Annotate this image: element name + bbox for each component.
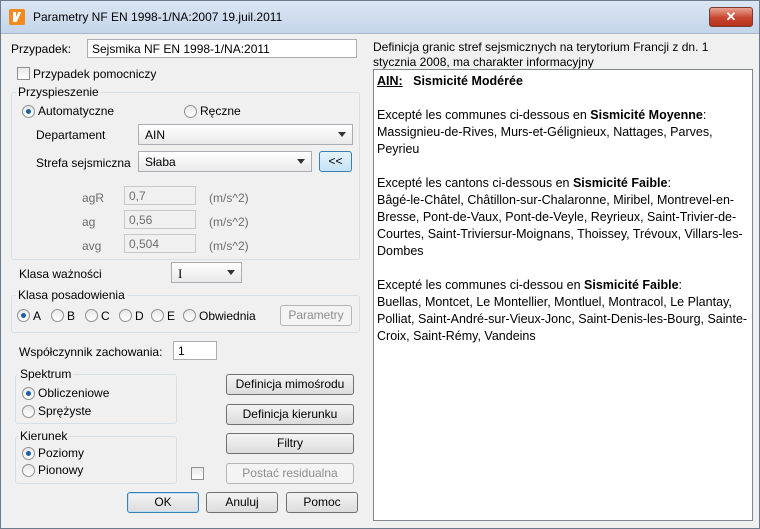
chevron-down-icon	[338, 132, 346, 137]
foundation-radio-e[interactable]	[151, 309, 164, 322]
spectrum-design-radio[interactable]	[22, 387, 35, 400]
foundation-radio-d[interactable]	[119, 309, 132, 322]
avg-label: avg	[82, 239, 102, 253]
info-title: AIN: Sismicité Modérée	[377, 73, 749, 90]
direction-horizontal-radio[interactable]	[22, 447, 35, 460]
spectrum-design-label: Obliczeniowe	[38, 386, 110, 400]
close-button[interactable]: ✕	[709, 7, 753, 27]
zone-copy-button[interactable]: <<	[319, 151, 352, 172]
foundation-radio-a[interactable]	[17, 309, 30, 322]
title-bar: Parametry NF EN 1998-1/NA:2007 19.juil.2…	[1, 1, 759, 34]
direction-group-title: Kierunek	[18, 429, 70, 443]
agr-label: agR	[82, 191, 105, 205]
foundation-radio-c[interactable]	[85, 309, 98, 322]
case-name-field[interactable]: Sejsmika NF EN 1998-1/NA:2011	[87, 39, 357, 58]
seismic-zone-select[interactable]: Słaba	[138, 151, 312, 172]
department-value: AIN	[145, 128, 166, 142]
foundation-label-b: B	[67, 309, 76, 323]
info-p2-bold: Sismicité Faible	[572, 176, 668, 190]
ag-field[interactable]: 0,56	[124, 210, 196, 229]
manual-label: Ręczne	[200, 104, 241, 118]
foundation-label-d: D	[135, 309, 144, 323]
behavior-factor-field[interactable]: 1	[173, 341, 217, 360]
department-select[interactable]: AIN	[138, 124, 353, 145]
info-paragraph-3: Excepté les communes ci-dessou en Sismic…	[377, 278, 748, 343]
foundation-group-title: Klasa posadowienia	[16, 288, 127, 302]
info-p1-intro: Excepté les communes ci-dessous en	[377, 108, 591, 122]
help-button[interactable]: Pomoc	[286, 492, 358, 513]
importance-class-select[interactable]: I	[171, 262, 242, 283]
manual-radio[interactable]	[184, 105, 197, 118]
direction-definition-button[interactable]: Definicja kierunku	[226, 404, 354, 425]
spectrum-group-title: Spektrum	[18, 367, 74, 381]
spectrum-elastic-radio[interactable]	[22, 405, 35, 418]
spectrum-elastic-label: Sprężyste	[38, 404, 92, 418]
foundation-label-a: A	[33, 309, 42, 323]
info-p1-bold: Sismicité Moyenne	[590, 108, 703, 122]
window-title: Parametry NF EN 1998-1/NA:2007 19.juil.2…	[33, 10, 283, 24]
foundation-params-button[interactable]: Parametry	[280, 305, 352, 326]
avg-unit: (m/s^2)	[209, 239, 249, 253]
seismic-zone-value: Słaba	[145, 155, 176, 169]
chevron-down-icon	[227, 270, 235, 275]
info-p3-bold: Sismicité Faible	[584, 278, 679, 292]
parameters-dialog: Parametry NF EN 1998-1/NA:2007 19.juil.2…	[0, 0, 760, 529]
residual-mode-checkbox[interactable]	[191, 467, 204, 480]
importance-class-value: I	[178, 266, 183, 281]
importance-class-label: Klasa ważności	[19, 267, 102, 281]
info-p3-intro: Excepté les communes ci-dessou en	[377, 278, 585, 292]
info-text-box[interactable]: AIN: Sismicité Modérée Excepté les commu…	[373, 69, 753, 521]
seismic-zone-label: Strefa sejsmiczna	[36, 156, 131, 170]
app-logo-icon	[9, 9, 28, 25]
direction-vertical-label: Pionowy	[38, 463, 84, 477]
ok-button[interactable]: OK	[127, 492, 199, 513]
eccentricity-definition-button[interactable]: Definicja mimośrodu	[226, 374, 354, 395]
info-paragraph-1: Excepté les communes ci-dessous en Sismi…	[377, 108, 713, 156]
aux-case-checkbox[interactable]	[17, 67, 30, 80]
case-label: Przypadek:	[11, 42, 72, 56]
ag-unit: (m/s^2)	[209, 215, 249, 229]
auto-radio[interactable]	[22, 105, 35, 118]
chevron-down-icon	[297, 159, 305, 164]
agr-field[interactable]: 0,7	[124, 186, 196, 205]
acceleration-group-title: Przyspieszenie	[16, 85, 101, 99]
auto-label: Automatyczne	[38, 104, 115, 118]
foundation-label-envelope: Obwiednia	[199, 309, 256, 323]
department-label: Departament	[36, 128, 106, 142]
info-title-code: AIN:	[377, 74, 403, 88]
cancel-button[interactable]: Anuluj	[206, 492, 278, 513]
behavior-factor-label: Współczynnik zachowania:	[19, 345, 163, 359]
foundation-radio-envelope[interactable]	[183, 309, 196, 322]
info-p2-text: Bâgé-le-Châtel, Châtillon-sur-Chalaronne…	[377, 193, 743, 258]
agr-unit: (m/s^2)	[209, 191, 249, 205]
info-header: Definicja granic stref sejsmicznych na t…	[373, 40, 709, 69]
foundation-label-c: C	[101, 309, 110, 323]
avg-field[interactable]: 0,504	[124, 234, 196, 253]
foundation-label-e: E	[167, 309, 176, 323]
ag-label: ag	[82, 215, 96, 229]
info-title-name: Sismicité Modérée	[413, 74, 523, 88]
residual-mode-button[interactable]: Postać residualna	[226, 463, 354, 484]
info-p2-intro: Excepté les cantons ci-dessous en	[377, 176, 573, 190]
filters-button[interactable]: Filtry	[226, 433, 354, 454]
aux-case-label: Przypadek pomocniczy	[33, 67, 157, 81]
foundation-radio-b[interactable]	[51, 309, 64, 322]
info-p3-text: Buellas, Montcet, Le Montellier, Montlue…	[377, 295, 748, 343]
direction-horizontal-label: Poziomy	[38, 446, 85, 460]
info-p1-text: Massignieu-de-Rives, Murs-et-Gélignieux,…	[377, 125, 713, 156]
direction-vertical-radio[interactable]	[22, 464, 35, 477]
info-paragraph-2: Excepté les cantons ci-dessous en Sismic…	[377, 176, 743, 258]
